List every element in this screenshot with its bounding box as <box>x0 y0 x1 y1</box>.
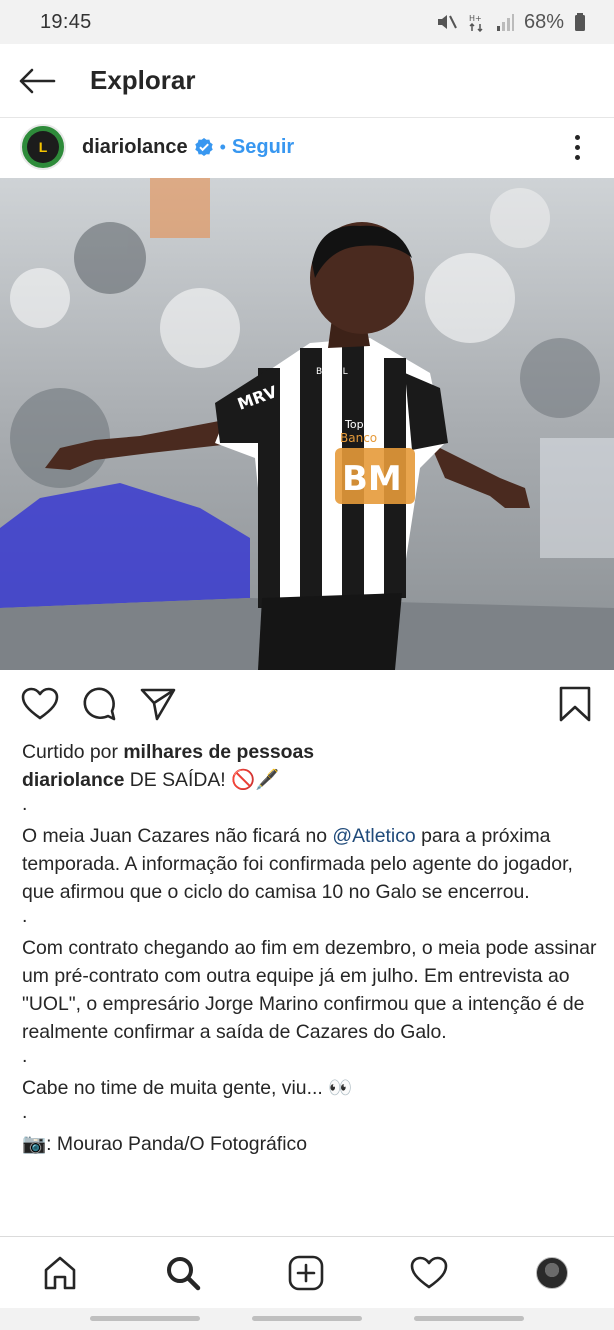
home-icon <box>44 1256 76 1290</box>
caption-dot: . <box>22 793 28 815</box>
more-vertical-icon <box>574 134 580 140</box>
caption-dot: . <box>22 905 28 927</box>
battery-percent: 68% <box>523 10 564 33</box>
data-arrows-icon: H+ <box>468 12 486 32</box>
nav-add-post[interactable] <box>286 1253 326 1293</box>
status-time: 19:45 <box>40 10 92 33</box>
more-dot <box>574 144 580 150</box>
verified-badge-icon <box>194 137 214 157</box>
heart-icon <box>21 687 59 720</box>
gesture-handle-right[interactable] <box>414 1316 524 1321</box>
comment-icon <box>83 687 116 721</box>
app-header: Explorar <box>0 44 614 118</box>
post-username[interactable]: diariolance <box>82 136 188 159</box>
share-button[interactable] <box>138 684 178 724</box>
svg-text:BRASIL: BRASIL <box>316 367 348 377</box>
search-icon <box>167 1257 201 1291</box>
caption-headline-line: diariolance DE SAÍDA! 🚫🖋️ <box>22 766 597 794</box>
post-caption: Curtido por milhares de pessoas diariola… <box>22 738 597 1158</box>
photo-credit: 📷: Mourao Panda/O Fotográfico <box>22 1133 307 1155</box>
caption-headline-emoji: 🚫🖋️ <box>231 769 280 791</box>
brand-logo-icon: L <box>27 131 59 163</box>
gesture-handle-center[interactable] <box>252 1316 362 1321</box>
svg-text:Topper: Topper <box>344 418 382 431</box>
svg-text:BM: BM <box>342 459 402 499</box>
avatar[interactable]: L <box>20 124 66 170</box>
profile-avatar <box>536 1257 568 1289</box>
activity-heart-icon <box>410 1256 448 1289</box>
battery-icon <box>574 12 586 32</box>
status-bar: 19:45 H+ 68% <box>0 0 614 44</box>
caption-paragraph-2: Com contrato chegando ao fim em dezembro… <box>22 937 597 1043</box>
post-header: L diariolance • Seguir <box>0 118 614 176</box>
mute-icon <box>436 12 458 32</box>
like-button[interactable] <box>20 684 60 724</box>
likes-prefix: Curtido por <box>22 741 118 763</box>
caption-p1-before: O meia Juan Cazares não ficará no <box>22 825 328 847</box>
page-title: Explorar <box>90 65 196 95</box>
caption-username[interactable]: diariolance <box>22 769 124 791</box>
save-button[interactable] <box>555 684 595 724</box>
comment-button[interactable] <box>79 684 119 724</box>
caption-dot: . <box>22 1101 28 1123</box>
svg-text:Banco: Banco <box>340 431 377 445</box>
arrow-left-icon <box>19 68 56 93</box>
nav-home[interactable] <box>40 1253 80 1293</box>
likes-count[interactable]: milhares de pessoas <box>123 741 314 763</box>
caption-paragraph-3: Cabe no time de muita gente, viu... 👀 <box>22 1077 353 1099</box>
post-photo[interactable]: BM Topper Banco MRV BRASIL <box>0 178 614 670</box>
bookmark-icon <box>559 686 591 722</box>
share-icon <box>140 688 176 721</box>
follow-button[interactable]: Seguir <box>232 136 294 159</box>
bottom-nav <box>0 1236 614 1308</box>
signal-icon <box>496 12 514 32</box>
caption-headline: DE SAÍDA! <box>129 769 226 791</box>
nav-activity[interactable] <box>409 1253 449 1293</box>
post-action-bar <box>0 682 614 728</box>
back-button[interactable] <box>2 44 72 118</box>
nav-search[interactable] <box>163 1253 203 1293</box>
status-icons: H+ 68% <box>436 11 586 34</box>
more-dot <box>574 154 580 160</box>
add-post-icon <box>288 1255 324 1291</box>
caption-dot: . <box>22 1045 28 1067</box>
separator-dot: • <box>219 136 226 157</box>
caption-paragraph-1: O meia Juan Cazares não ficará no @Atlet… <box>22 822 597 906</box>
gesture-handle-left[interactable] <box>90 1316 200 1321</box>
gesture-bar <box>0 1308 614 1330</box>
mention-link[interactable]: @Atletico <box>332 825 415 847</box>
svg-text:H+: H+ <box>469 14 482 23</box>
nav-profile[interactable] <box>532 1253 572 1293</box>
more-options-button[interactable] <box>562 126 592 168</box>
likes-line: Curtido por milhares de pessoas <box>22 738 597 766</box>
